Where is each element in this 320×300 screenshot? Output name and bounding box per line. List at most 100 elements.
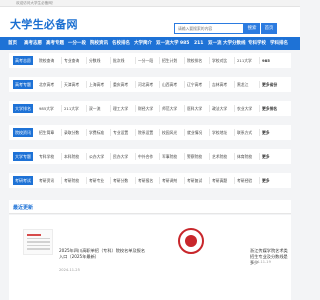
home-button[interactable]: 首页	[261, 23, 277, 34]
nav-item-985[interactable]: 985	[180, 37, 189, 50]
category-link[interactable]: 山西高考	[162, 79, 177, 90]
category-link[interactable]: 考研报名	[138, 175, 153, 186]
category-link[interactable]: 公办大学	[89, 151, 104, 162]
category-link[interactable]: 一分一段	[138, 55, 153, 66]
category-link[interactable]: 更多	[262, 151, 270, 162]
category-link[interactable]: 985大学	[39, 103, 54, 114]
nav-item-yifenyiduan[interactable]: 一分一段	[68, 37, 86, 50]
nav-item-syl[interactable]: 双一流	[208, 37, 222, 50]
category-link[interactable]: 分数线	[89, 55, 100, 66]
category-link[interactable]: 农业大学	[237, 103, 252, 114]
news-card[interactable]: 2025年四川高职单招（专科）院校名单及报名入口（2025年最新） 2024-1…	[9, 215, 150, 300]
category-link[interactable]: 河北高考	[138, 79, 153, 90]
category-link[interactable]: 更多排名	[262, 103, 277, 114]
category-link[interactable]: 天津高考	[64, 79, 79, 90]
category-link[interactable]: 民办大学	[113, 151, 128, 162]
category-link[interactable]: 体育院校	[237, 151, 252, 162]
news-thumbnail[interactable]	[23, 229, 53, 255]
link-divider	[184, 81, 185, 88]
category-link[interactable]: 更多	[262, 127, 270, 138]
category-link[interactable]: 考研资讯	[39, 175, 54, 186]
category-label[interactable]: 院校资讯	[13, 128, 33, 137]
nav-item-score[interactable]: 大学分数线	[223, 37, 246, 50]
link-divider	[135, 81, 136, 88]
link-divider	[110, 177, 111, 184]
site-logo[interactable]: 大学生必备网	[10, 16, 78, 32]
category-link[interactable]: 联系方式	[237, 127, 252, 138]
link-divider	[61, 129, 62, 136]
category-link[interactable]: 211大学	[64, 103, 79, 114]
category-link[interactable]: 财经大学	[138, 103, 153, 114]
category-link[interactable]: 更多省份	[262, 79, 277, 90]
category-link[interactable]: 军事院校	[162, 151, 177, 162]
category-link[interactable]: 院校排名	[187, 55, 202, 66]
category-link[interactable]: 录取分数	[64, 127, 79, 138]
category-link[interactable]: 就业情况	[187, 127, 202, 138]
category-link[interactable]: 招生计划	[162, 55, 177, 66]
latest-list: 2025年四川高职单招（专科）院校名单及报名入口（2025年最新） 2024-1…	[9, 215, 291, 300]
category-link[interactable]: 政法大学	[212, 103, 227, 114]
category-link[interactable]: 医科大学	[187, 103, 202, 114]
category-link[interactable]: 理工大学	[113, 103, 128, 114]
category-link[interactable]: 招生简章	[39, 127, 54, 138]
category-link[interactable]: 考研分数	[113, 175, 128, 186]
category-link[interactable]: 专科学校	[39, 151, 54, 162]
category-link[interactable]: 考研经验	[237, 175, 252, 186]
category-link[interactable]: 重庆高考	[113, 79, 128, 90]
category-link[interactable]: 985	[262, 55, 270, 66]
category-link[interactable]: 警察院校	[187, 151, 202, 162]
nav-item-zhuanke[interactable]: 专科学校	[248, 37, 266, 50]
category-link[interactable]: 双一流	[89, 103, 100, 114]
category-link[interactable]: 院校查询	[39, 55, 54, 66]
category-link[interactable]: 学校对比	[212, 55, 227, 66]
category-link[interactable]: 学费标准	[89, 127, 104, 138]
nav-item-syl-univ[interactable]: 双一流大学	[156, 37, 179, 50]
category-link[interactable]: 师范大学	[162, 103, 177, 114]
nav-item-ranking[interactable]: 名校排名	[112, 37, 130, 50]
nav-item-news[interactable]: 院校资讯	[90, 37, 108, 50]
category-link[interactable]: 考研真题	[212, 175, 227, 186]
nav-item-211[interactable]: 211	[194, 37, 203, 50]
link-divider	[61, 153, 62, 160]
category-link[interactable]: 考研专业	[89, 175, 104, 186]
category-link[interactable]: 上海高考	[89, 79, 104, 90]
site-header: 大学生必备网 搜索 首页	[0, 7, 300, 37]
category-link[interactable]: 学校地址	[212, 127, 227, 138]
category-link[interactable]: 校园风光	[162, 127, 177, 138]
link-divider	[234, 129, 235, 136]
search-input[interactable]	[174, 23, 244, 34]
category-label[interactable]: 高考专题	[13, 80, 33, 89]
category-label[interactable]: 大学排名	[13, 104, 33, 113]
category-link[interactable]: 本科院校	[64, 151, 79, 162]
category-label[interactable]: 考研考试	[13, 176, 33, 185]
news-card[interactable]: 浙江传媒学院艺术类招生专业及分数线是多少 2024-11-19	[150, 215, 291, 300]
nav-item-zhiyuan[interactable]: 高考志愿	[24, 37, 42, 50]
category-link[interactable]: 专业设置	[113, 127, 128, 138]
nav-item-xueke[interactable]: 学科排名	[270, 37, 288, 50]
nav-item-home[interactable]: 首页	[8, 37, 17, 50]
category-row: 高考志愿 院校查询 专业查询 分数线 批次线 一分一段 招生计划 院校排名 学校对比 211大学 9…	[9, 53, 291, 68]
search-button[interactable]: 搜索	[244, 23, 260, 34]
nav-item-intro[interactable]: 大学简介	[134, 37, 152, 50]
category-link[interactable]: 院系设置	[138, 127, 153, 138]
school-seal-icon[interactable]	[178, 228, 204, 254]
category-link[interactable]: 211大学	[237, 55, 252, 66]
link-divider	[135, 105, 136, 112]
news-title[interactable]: 2025年四川高职单招（专科）院校名单及报名入口（2025年最新）	[59, 248, 147, 260]
link-divider	[234, 177, 235, 184]
category-link[interactable]: 黑龙江	[237, 79, 248, 90]
category-label[interactable]: 高考志愿	[13, 56, 33, 65]
category-link[interactable]: 吉林高考	[212, 79, 227, 90]
nav-item-gaokao[interactable]: 高考专题	[46, 37, 64, 50]
category-link[interactable]: 更多	[262, 175, 270, 186]
category-link[interactable]: 专业查询	[64, 55, 79, 66]
category-link[interactable]: 考研复试	[187, 175, 202, 186]
category-link[interactable]: 考研院校	[64, 175, 79, 186]
category-link[interactable]: 中外合作	[138, 151, 153, 162]
category-link[interactable]: 辽宁高考	[187, 79, 202, 90]
category-link[interactable]: 批次线	[113, 55, 124, 66]
category-link[interactable]: 考研调剂	[162, 175, 177, 186]
category-link[interactable]: 北京高考	[39, 79, 54, 90]
category-link[interactable]: 艺术院校	[212, 151, 227, 162]
category-label[interactable]: 大学专题	[13, 152, 33, 161]
